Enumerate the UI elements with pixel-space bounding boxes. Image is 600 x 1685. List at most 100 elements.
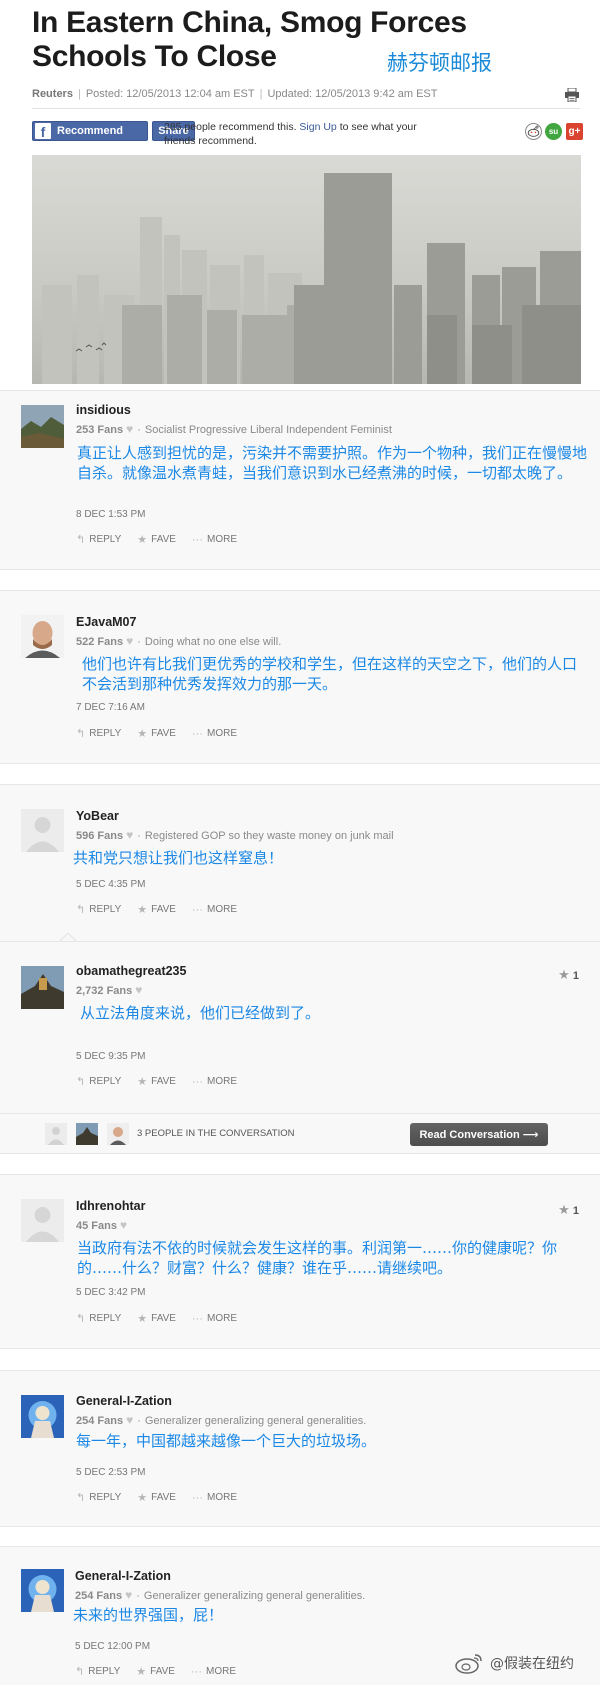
- google-plus-icon[interactable]: g+: [566, 123, 583, 140]
- fave-button[interactable]: ★ FAVE: [136, 1665, 175, 1678]
- reply-icon: ↰: [76, 904, 86, 916]
- fave-label: FAVE: [151, 904, 176, 915]
- heart-icon[interactable]: ♥: [126, 828, 133, 842]
- comment-timestamp[interactable]: 5 DEC 4:35 PM: [76, 879, 145, 890]
- comment-timestamp[interactable]: 5 DEC 9:35 PM: [76, 1051, 145, 1062]
- recommend-label: Recommend: [57, 125, 124, 137]
- comment-timestamp[interactable]: 5 DEC 12:00 PM: [75, 1641, 150, 1652]
- comment-username[interactable]: YoBear: [76, 809, 119, 823]
- comment-meta: 254 Fans ♥ · Generalizer generalizing gener…: [75, 1588, 366, 1602]
- conversation-avatar[interactable]: [76, 1123, 98, 1145]
- more-dots-icon: ···: [191, 1491, 203, 1504]
- reply-button[interactable]: ↰ REPLY: [76, 903, 121, 916]
- comment-text: 真正让人感到担忧的是，污染并不需要护照。作为一个物种，我们正在慢慢地自杀。就像温…: [77, 444, 588, 482]
- avatar[interactable]: [21, 615, 64, 658]
- chinese-source-label: 赫芬顿邮报: [387, 51, 492, 75]
- heart-icon[interactable]: ♥: [135, 983, 142, 997]
- more-button[interactable]: ··· MORE: [192, 1312, 237, 1325]
- fan-count[interactable]: 45 Fans: [76, 1220, 117, 1232]
- star-rating[interactable]: ★ 1: [558, 1202, 579, 1218]
- reply-icon: ↰: [75, 1666, 85, 1678]
- conversation-avatar[interactable]: [107, 1123, 129, 1145]
- avatar[interactable]: [21, 1395, 64, 1438]
- fan-count[interactable]: 522 Fans: [76, 636, 123, 648]
- fan-count[interactable]: 2,732 Fans: [76, 985, 132, 997]
- more-dots-icon: ···: [191, 1312, 203, 1325]
- avatar[interactable]: [21, 809, 64, 852]
- more-button[interactable]: ··· MORE: [192, 727, 237, 740]
- reply-button[interactable]: ↰ REPLY: [76, 533, 121, 546]
- avatar[interactable]: [21, 966, 64, 1009]
- fan-count[interactable]: 254 Fans: [76, 1415, 123, 1427]
- comment-username[interactable]: EJavaM07: [76, 615, 136, 629]
- reply-label: REPLY: [89, 728, 122, 739]
- fave-label: FAVE: [151, 1492, 176, 1503]
- fave-button[interactable]: ★ FAVE: [137, 903, 176, 916]
- reply-button[interactable]: ↰ REPLY: [76, 1491, 121, 1504]
- more-button[interactable]: ··· MORE: [192, 903, 237, 916]
- comment-timestamp[interactable]: 8 DEC 1:53 PM: [76, 509, 145, 520]
- more-button[interactable]: ··· MORE: [192, 1075, 237, 1088]
- reply-button[interactable]: ↰ REPLY: [76, 727, 121, 740]
- comment-text: 每一年，中国都越来越像一个巨大的垃圾场。: [76, 1432, 377, 1450]
- more-label: MORE: [206, 1076, 237, 1087]
- reply-item: obamathegreat235 2,732 Fans ♥ ★ 1 从立法角度来说…: [0, 941, 600, 1114]
- reply-button[interactable]: ↰ REPLY: [76, 1312, 121, 1325]
- comment-username[interactable]: General-I-Zation: [76, 1394, 172, 1408]
- comment-timestamp[interactable]: 5 DEC 2:53 PM: [76, 1467, 145, 1478]
- fave-button[interactable]: ★ FAVE: [137, 533, 176, 546]
- star-rating[interactable]: ★ 1: [558, 967, 579, 983]
- read-conversation-button[interactable]: Read Conversation ⟶: [410, 1123, 548, 1146]
- star-icon: ★: [137, 1313, 148, 1325]
- fan-count[interactable]: 596 Fans: [76, 830, 123, 842]
- comment-meta: 2,732 Fans ♥: [76, 983, 146, 997]
- fave-button[interactable]: ★ FAVE: [137, 727, 176, 740]
- conversation-avatar[interactable]: [45, 1123, 67, 1145]
- avatar[interactable]: [21, 405, 64, 448]
- comment-actions: ↰ REPLY ★ FAVE ··· MORE: [75, 1665, 236, 1679]
- comment-actions: ↰ REPLY ★ FAVE ··· MORE: [76, 1491, 237, 1505]
- more-dots-icon: ···: [191, 533, 203, 546]
- heart-icon[interactable]: ♥: [126, 1413, 133, 1427]
- avatar[interactable]: [21, 1199, 64, 1242]
- comment-meta: 45 Fans ♥: [76, 1218, 131, 1232]
- more-button[interactable]: ··· MORE: [191, 1665, 236, 1678]
- heart-icon[interactable]: ♥: [126, 634, 133, 648]
- signup-link[interactable]: Sign Up: [299, 121, 336, 133]
- comment-timestamp[interactable]: 5 DEC 3:42 PM: [76, 1287, 145, 1298]
- heart-icon[interactable]: ♥: [125, 1588, 132, 1602]
- stumbleupon-icon[interactable]: su: [545, 123, 562, 140]
- more-button[interactable]: ··· MORE: [192, 1491, 237, 1504]
- comment-username[interactable]: insidious: [76, 403, 131, 417]
- comment-username[interactable]: Idhrenohtar: [76, 1199, 145, 1213]
- reply-label: REPLY: [89, 534, 122, 545]
- more-button[interactable]: ··· MORE: [192, 533, 237, 546]
- heart-icon[interactable]: ♥: [126, 422, 133, 436]
- reply-icon: ↰: [76, 534, 86, 546]
- comment-timestamp[interactable]: 7 DEC 7:16 AM: [76, 702, 145, 713]
- avatar[interactable]: [21, 1569, 64, 1612]
- reddit-icon[interactable]: [525, 123, 542, 140]
- reply-button[interactable]: ↰ REPLY: [76, 1075, 121, 1088]
- more-label: MORE: [205, 1666, 236, 1677]
- fan-count[interactable]: 253 Fans: [76, 424, 123, 436]
- comment-username[interactable]: obamathegreat235: [76, 964, 186, 978]
- more-label: MORE: [206, 728, 237, 739]
- comment-actions: ↰ REPLY ★ FAVE ··· MORE: [76, 727, 237, 741]
- facebook-recommend-button[interactable]: f Recommend: [32, 121, 148, 141]
- reply-button[interactable]: ↰ REPLY: [75, 1665, 120, 1678]
- reply-label: REPLY: [89, 1313, 122, 1324]
- star-icon: ★: [137, 1076, 148, 1088]
- comment-meta: 253 Fans ♥ · Socialist Progressive Liberal …: [76, 422, 392, 436]
- fan-count[interactable]: 254 Fans: [75, 1590, 122, 1602]
- more-dots-icon: ···: [191, 727, 203, 740]
- comment-username[interactable]: General-I-Zation: [75, 1569, 171, 1583]
- fave-button[interactable]: ★ FAVE: [137, 1075, 176, 1088]
- article-header: In Eastern China, Smog Forces Schools To…: [0, 0, 600, 390]
- print-icon[interactable]: [564, 88, 580, 102]
- comment-item: YoBear 596 Fans ♥ · Registered GOP so they …: [0, 784, 600, 942]
- fave-button[interactable]: ★ FAVE: [137, 1491, 176, 1504]
- heart-icon[interactable]: ♥: [120, 1218, 127, 1232]
- fave-button[interactable]: ★ FAVE: [137, 1312, 176, 1325]
- byline-source[interactable]: Reuters: [32, 88, 73, 100]
